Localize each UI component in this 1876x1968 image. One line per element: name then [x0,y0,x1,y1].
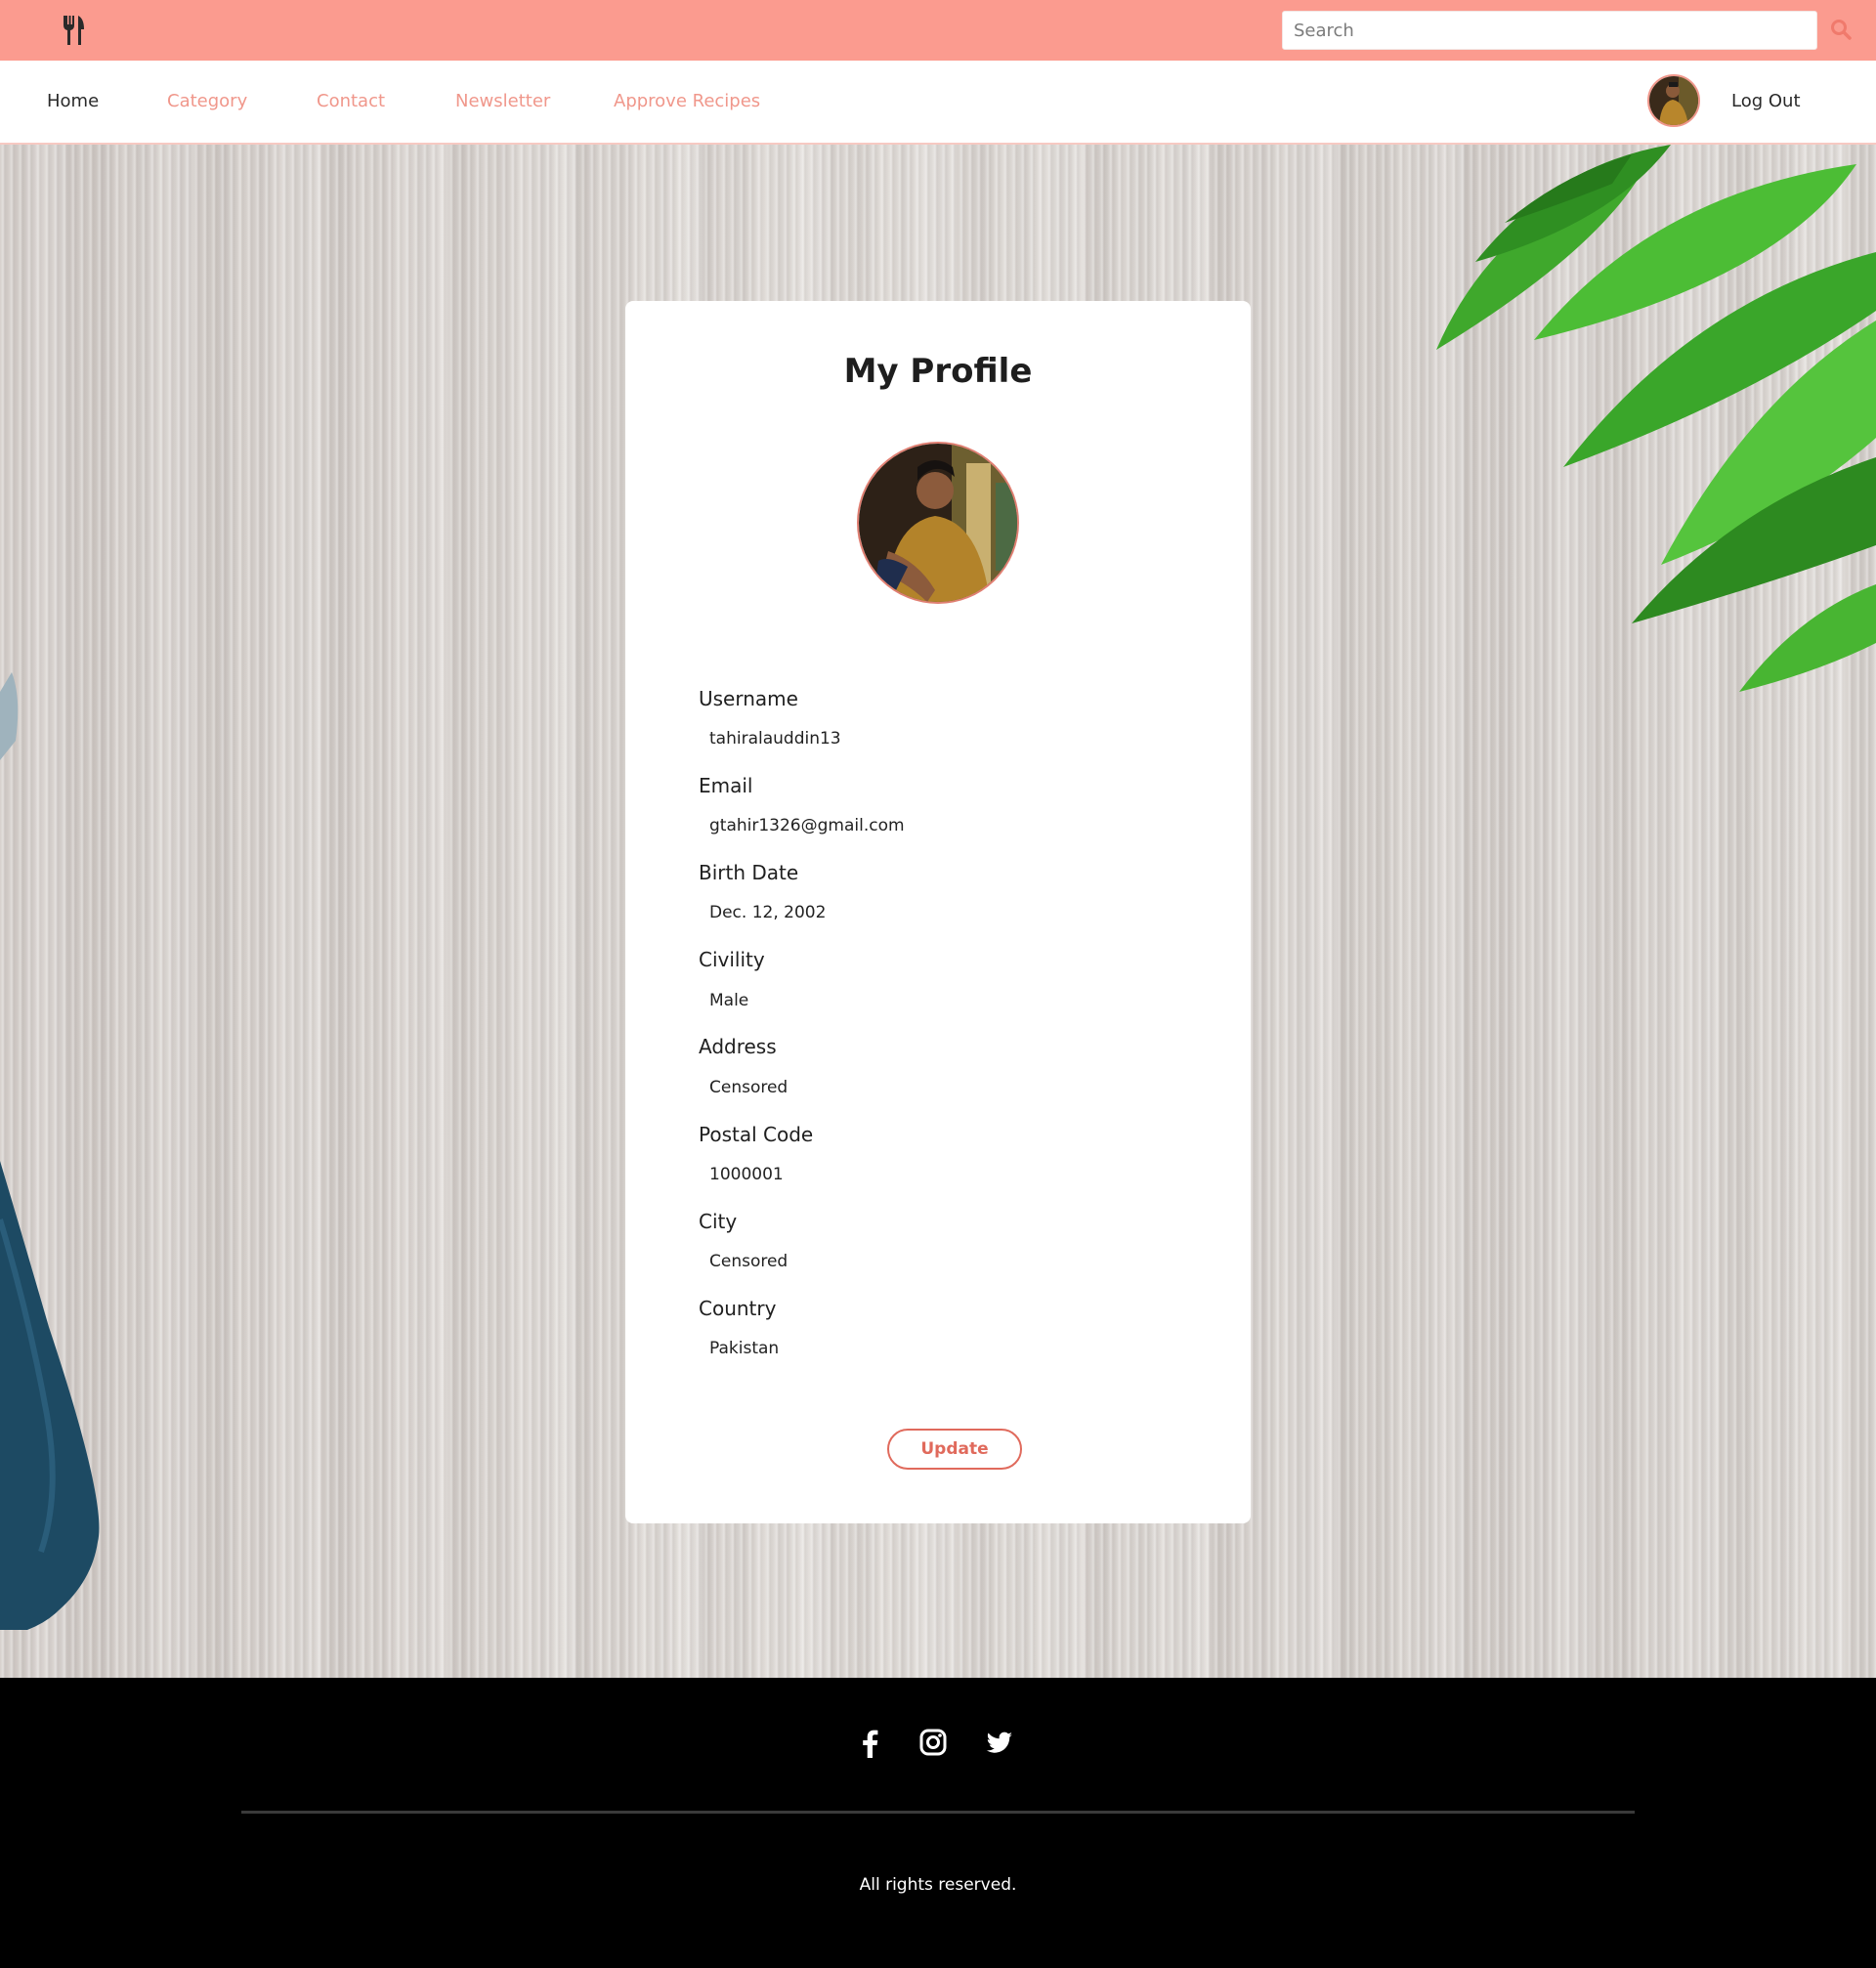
civility-label: Civility [699,948,765,971]
city-value: Censored [709,1252,789,1271]
postal-code-value: 1000001 [709,1165,784,1184]
nav-contact[interactable]: Contact [317,91,385,111]
avatar[interactable] [1647,74,1700,127]
profile-avatar [857,442,1019,604]
logout-link[interactable]: Log Out [1731,91,1801,111]
plant-decoration [1436,145,1876,692]
nav-home[interactable]: Home [47,91,99,111]
postal-code-label: Postal Code [699,1123,814,1146]
page-title: My Profile [843,352,1033,391]
username-label: Username [699,687,798,710]
civility-value: Male [709,991,749,1010]
birth-date-value: Dec. 12, 2002 [709,903,827,922]
avatar-image [1649,76,1698,125]
fork-knife-icon[interactable] [61,16,86,45]
top-bar [0,0,1876,61]
nav-newsletter[interactable]: Newsletter [455,91,550,111]
birth-date-label: Birth Date [699,861,799,884]
nav-bar: Home Category Contact Newsletter Approve… [0,61,1876,145]
pouch-decoration [0,672,100,1630]
search-input[interactable] [1282,11,1817,50]
hero-background: My Profile Username tahiralauddin13 Emai… [0,145,1876,1678]
instagram-icon[interactable] [917,1727,949,1758]
update-button[interactable]: Update [887,1429,1022,1470]
email-label: Email [699,774,753,797]
email-value: gtahir1326@gmail.com [709,816,905,835]
footer: All rights reserved. [0,1678,1876,1968]
search-icon[interactable] [1830,19,1852,40]
footer-divider [241,1811,1635,1814]
nav-category[interactable]: Category [167,91,247,111]
address-label: Address [699,1035,777,1058]
address-value: Censored [709,1078,789,1097]
city-label: City [699,1210,738,1233]
nav-approve-recipes[interactable]: Approve Recipes [614,91,760,111]
copyright-text: All rights reserved. [859,1875,1017,1895]
facebook-icon[interactable] [855,1727,886,1758]
country-value: Pakistan [709,1339,780,1358]
profile-card: My Profile Username tahiralauddin13 Emai… [625,301,1251,1523]
twitter-icon[interactable] [984,1727,1015,1758]
username-value: tahiralauddin13 [709,729,841,749]
profile-photo [859,444,1017,602]
country-label: Country [699,1297,777,1320]
